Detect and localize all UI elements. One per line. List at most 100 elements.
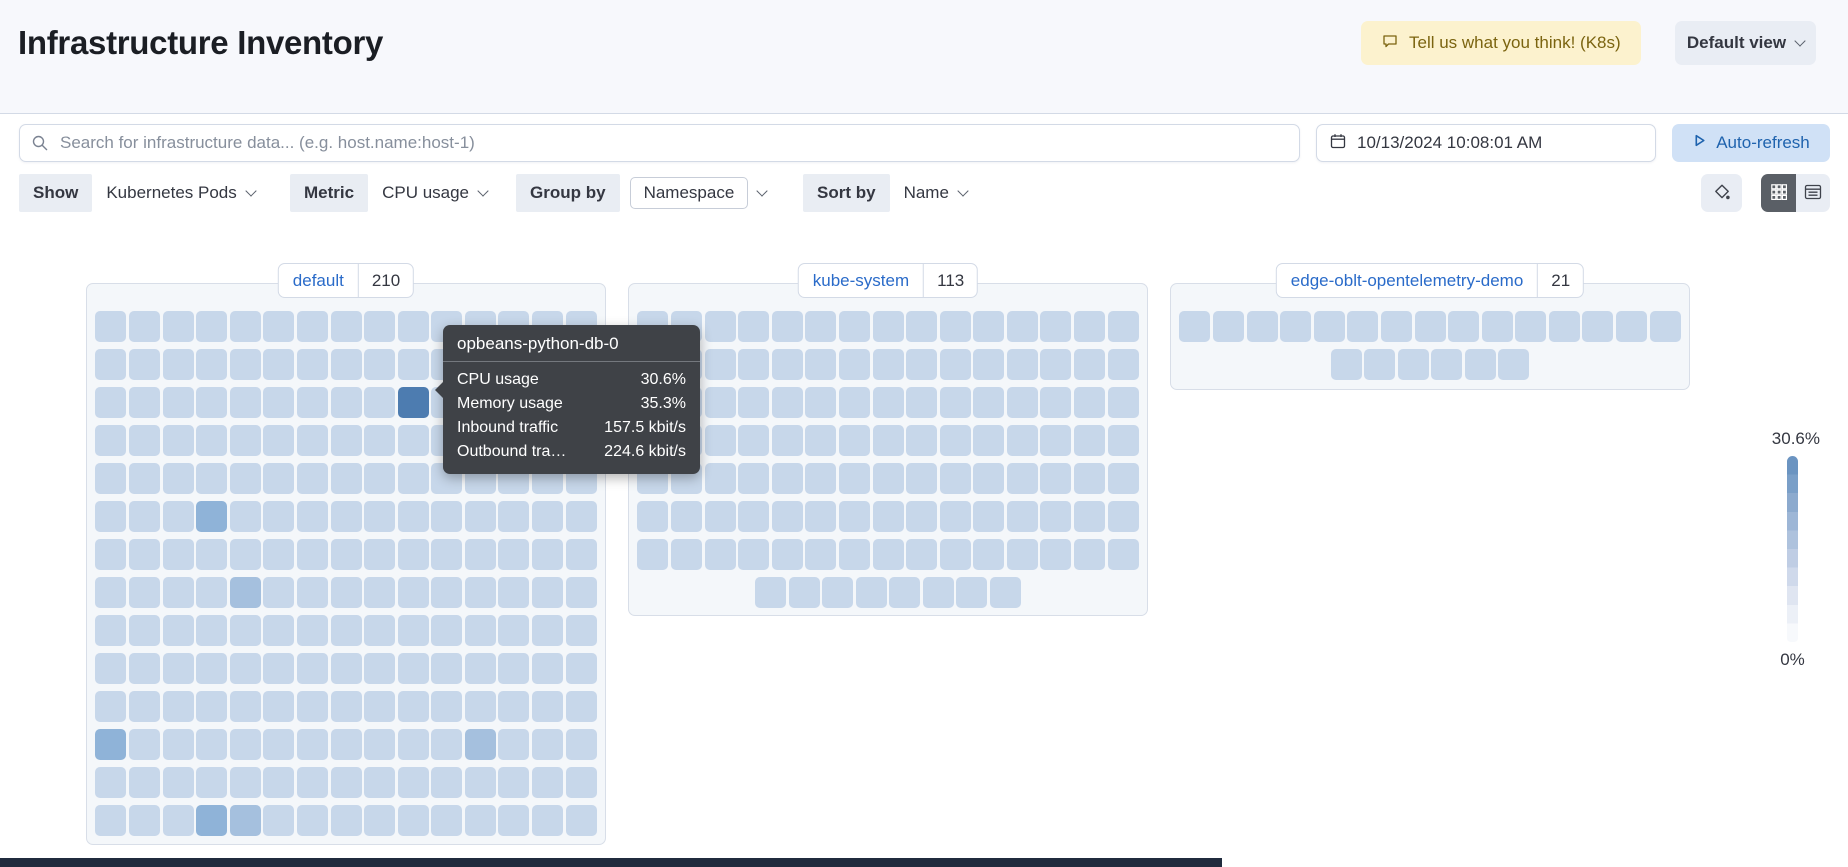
- pod-cell[interactable]: [464, 729, 496, 760]
- pod-cell[interactable]: [1074, 539, 1106, 570]
- pod-cell[interactable]: [738, 387, 770, 418]
- pod-cell[interactable]: [738, 425, 770, 456]
- pod-cell[interactable]: [397, 463, 429, 494]
- pod-cell[interactable]: [704, 539, 736, 570]
- pod-cell[interactable]: [229, 767, 261, 798]
- pod-cell[interactable]: [162, 577, 194, 608]
- pod-cell[interactable]: [1431, 349, 1463, 380]
- pod-cell[interactable]: [364, 387, 396, 418]
- pod-cell[interactable]: [872, 425, 904, 456]
- pod-cell[interactable]: [128, 425, 160, 456]
- pod-cell[interactable]: [162, 539, 194, 570]
- pod-cell[interactable]: [1616, 311, 1648, 342]
- pod-cell[interactable]: [229, 615, 261, 646]
- group-name-link[interactable]: default: [279, 264, 359, 297]
- group-name-link[interactable]: kube-system: [799, 264, 925, 297]
- pod-cell[interactable]: [330, 349, 362, 380]
- pod-cell[interactable]: [532, 615, 564, 646]
- pod-cell[interactable]: [889, 577, 921, 608]
- pod-cell[interactable]: [771, 311, 803, 342]
- pod-cell[interactable]: [330, 729, 362, 760]
- pod-cell[interactable]: [565, 805, 597, 836]
- pod-cell[interactable]: [771, 425, 803, 456]
- pod-cell[interactable]: [1347, 311, 1379, 342]
- pod-cell[interactable]: [532, 691, 564, 722]
- pod-cell[interactable]: [330, 501, 362, 532]
- pod-cell[interactable]: [498, 805, 530, 836]
- pod-cell[interactable]: [263, 729, 295, 760]
- pod-cell[interactable]: [1074, 425, 1106, 456]
- pod-cell[interactable]: [397, 691, 429, 722]
- pod-cell[interactable]: [397, 653, 429, 684]
- pod-cell[interactable]: [704, 387, 736, 418]
- pod-cell[interactable]: [956, 577, 988, 608]
- pod-cell[interactable]: [296, 425, 328, 456]
- pod-cell[interactable]: [939, 311, 971, 342]
- pod-cell[interactable]: [872, 349, 904, 380]
- pod-cell[interactable]: [162, 767, 194, 798]
- pod-cell[interactable]: [296, 805, 328, 836]
- pod-cell[interactable]: [95, 463, 127, 494]
- pod-cell[interactable]: [162, 653, 194, 684]
- pod-cell[interactable]: [397, 387, 429, 418]
- pod-cell[interactable]: [229, 653, 261, 684]
- pod-cell[interactable]: [498, 691, 530, 722]
- pod-cell[interactable]: [162, 501, 194, 532]
- pod-cell[interactable]: [364, 425, 396, 456]
- pod-cell[interactable]: [1107, 311, 1139, 342]
- pod-cell[interactable]: [838, 463, 870, 494]
- pod-cell[interactable]: [922, 577, 954, 608]
- pod-cell[interactable]: [939, 539, 971, 570]
- pod-cell[interactable]: [431, 653, 463, 684]
- pod-cell[interactable]: [498, 729, 530, 760]
- pod-cell[interactable]: [162, 805, 194, 836]
- pod-cell[interactable]: [838, 387, 870, 418]
- pod-cell[interactable]: [805, 463, 837, 494]
- pod-cell[interactable]: [906, 539, 938, 570]
- pod-cell[interactable]: [397, 311, 429, 342]
- pod-cell[interactable]: [973, 425, 1005, 456]
- pod-cell[interactable]: [1006, 539, 1038, 570]
- pod-cell[interactable]: [196, 729, 228, 760]
- pod-cell[interactable]: [498, 577, 530, 608]
- pod-cell[interactable]: [532, 577, 564, 608]
- pod-cell[interactable]: [1380, 311, 1412, 342]
- pod-cell[interactable]: [822, 577, 854, 608]
- pod-cell[interactable]: [296, 691, 328, 722]
- pod-cell[interactable]: [263, 349, 295, 380]
- pod-cell[interactable]: [1179, 311, 1211, 342]
- pod-cell[interactable]: [1414, 311, 1446, 342]
- pod-cell[interactable]: [704, 349, 736, 380]
- pod-cell[interactable]: [162, 463, 194, 494]
- pod-cell[interactable]: [364, 805, 396, 836]
- pod-cell[interactable]: [128, 615, 160, 646]
- sort-by-filter-dropdown[interactable]: Name: [900, 183, 971, 203]
- pod-cell[interactable]: [263, 615, 295, 646]
- pod-cell[interactable]: [973, 501, 1005, 532]
- pod-cell[interactable]: [771, 349, 803, 380]
- pod-cell[interactable]: [939, 387, 971, 418]
- pod-cell[interactable]: [296, 729, 328, 760]
- pod-cell[interactable]: [1006, 349, 1038, 380]
- pod-cell[interactable]: [532, 539, 564, 570]
- pod-cell[interactable]: [229, 577, 261, 608]
- group-by-filter-dropdown[interactable]: Namespace: [629, 177, 749, 209]
- pod-cell[interactable]: [973, 311, 1005, 342]
- pod-cell[interactable]: [939, 425, 971, 456]
- pod-cell[interactable]: [1006, 501, 1038, 532]
- pod-cell[interactable]: [1448, 311, 1480, 342]
- pod-cell[interactable]: [95, 767, 127, 798]
- pod-cell[interactable]: [1040, 463, 1072, 494]
- pod-cell[interactable]: [1040, 387, 1072, 418]
- pod-cell[interactable]: [771, 501, 803, 532]
- pod-cell[interactable]: [296, 767, 328, 798]
- pod-cell[interactable]: [229, 311, 261, 342]
- pod-cell[interactable]: [162, 349, 194, 380]
- pod-cell[interactable]: [1107, 539, 1139, 570]
- pod-cell[interactable]: [95, 577, 127, 608]
- pod-cell[interactable]: [939, 349, 971, 380]
- pod-cell[interactable]: [330, 615, 362, 646]
- pod-cell[interactable]: [855, 577, 887, 608]
- pod-cell[interactable]: [397, 539, 429, 570]
- chevron-down-icon[interactable]: [756, 184, 768, 197]
